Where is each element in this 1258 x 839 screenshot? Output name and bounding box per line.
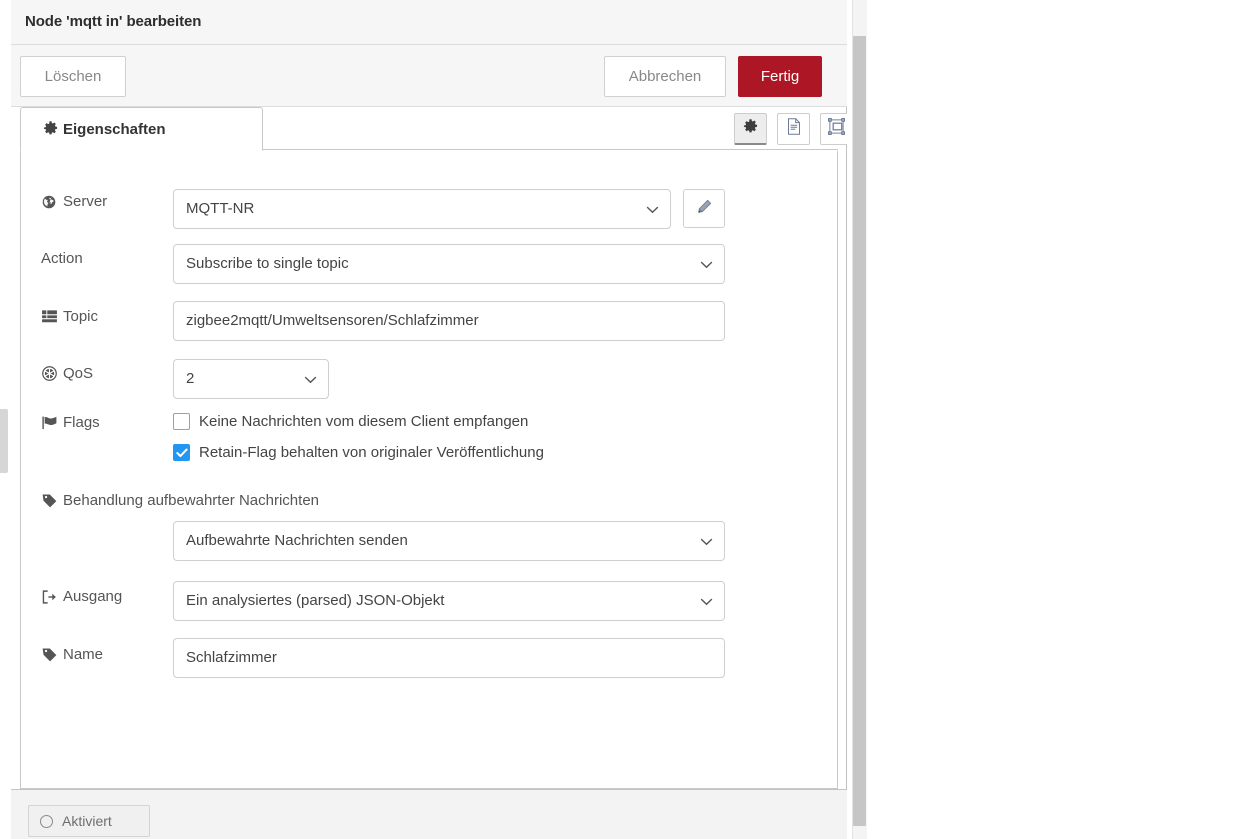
enabled-toggle-button[interactable]: Aktiviert	[28, 805, 150, 837]
name-label-text: Name	[63, 646, 104, 663]
dialog-title: Node 'mqtt in' bearbeiten	[25, 13, 202, 30]
form-row-topic: Topic zigbee2mqtt/Umweltsensoren/Schlafz…	[21, 299, 837, 341]
enabled-toggle-label: Aktiviert	[62, 813, 112, 829]
qos-label: QoS	[41, 365, 93, 382]
server-edit-button[interactable]	[683, 189, 725, 228]
qos-icon	[41, 366, 57, 382]
appearance-icon	[828, 118, 845, 140]
delete-button[interactable]: Löschen	[20, 56, 126, 97]
qos-label-text: QoS	[63, 365, 94, 382]
sign-out-icon	[41, 589, 57, 605]
retained-handling-label: Behandlung aufbewahrter Nachrichten	[41, 492, 319, 509]
form-row-qos: QoS 2	[21, 356, 837, 399]
retained-handling-select[interactable]: Aufbewahrte Nachrichten senden	[173, 521, 725, 561]
qos-select[interactable]: 2	[173, 359, 329, 399]
form-row-retained-handling: Behandlung aufbewahrter Nachrichten Aufb…	[21, 488, 837, 578]
tab-properties[interactable]: Eigenschaften	[20, 107, 263, 151]
no-local-checkbox-label: Keine Nachrichten vom diesem Client empf…	[199, 413, 529, 430]
server-select-value: MQTT-NR	[186, 200, 255, 217]
action-select[interactable]: Subscribe to single topic	[173, 244, 725, 284]
topic-label-text: Topic	[63, 308, 99, 325]
globe-icon	[41, 194, 57, 210]
output-select-value: Ein analysiertes (parsed) JSON-Objekt	[186, 592, 445, 609]
dialog-footer: Aktiviert	[11, 789, 847, 839]
flags-label-text: Flags	[63, 414, 100, 431]
tab-properties-label: Eigenschaften	[63, 121, 166, 138]
pencil-icon	[697, 199, 712, 219]
node-edit-dialog-screen: Node 'mqtt in' bearbeiten Löschen Abbrec…	[0, 0, 1258, 839]
form-row-output: Ausgang Ein analysiertes (parsed) JSON-O…	[21, 579, 837, 621]
chevron-down-icon	[700, 245, 713, 283]
retained-handling-select-value: Aufbewahrte Nachrichten senden	[186, 532, 408, 549]
retain-as-published-checkbox-label: Retain-Flag behalten von originaler Verö…	[199, 444, 544, 461]
flags-label: Flags	[41, 414, 100, 431]
dialog-action-bar: Löschen Abbrechen Fertig	[11, 45, 847, 107]
description-icon	[786, 118, 802, 140]
tasks-icon	[41, 309, 57, 325]
chevron-down-icon	[304, 360, 317, 398]
output-label-text: Ausgang	[63, 588, 123, 605]
properties-form: Server MQTT-NR Action Subscribe to singl…	[20, 151, 838, 789]
node-edit-dialog: Node 'mqtt in' bearbeiten Löschen Abbrec…	[11, 0, 853, 839]
flag-icon	[41, 415, 57, 431]
retained-handling-label-text: Behandlung aufbewahrter Nachrichten	[63, 492, 320, 509]
action-label-text: Action	[41, 250, 83, 267]
retain-as-published-checkbox[interactable]	[173, 444, 190, 461]
tag-icon	[41, 493, 57, 509]
name-label: Name	[41, 646, 103, 663]
chevron-down-icon	[700, 582, 713, 620]
action-select-value: Subscribe to single topic	[186, 255, 349, 272]
chevron-down-icon	[700, 522, 713, 560]
chevron-down-icon	[646, 190, 659, 228]
vertical-scrollbar-thumb[interactable]	[853, 36, 866, 826]
name-input[interactable]: Schlafzimmer	[173, 638, 725, 678]
gear-icon	[43, 121, 58, 141]
server-label-text: Server	[63, 193, 108, 210]
dialog-resize-handle[interactable]	[0, 409, 8, 473]
topic-input[interactable]: zigbee2mqtt/Umweltsensoren/Schlafzimmer	[173, 301, 725, 341]
tag-icon	[41, 647, 57, 663]
action-label: Action	[41, 250, 83, 267]
dialog-tab-row: Eigenschaften	[11, 107, 853, 151]
tab-icon-properties[interactable]	[734, 113, 767, 145]
done-button[interactable]: Fertig	[738, 56, 822, 97]
page-right-area	[847, 0, 1258, 839]
flag-option-retain-as-published[interactable]: Retain-Flag behalten von originaler Verö…	[173, 444, 544, 461]
server-select[interactable]: MQTT-NR	[173, 189, 671, 229]
no-local-checkbox[interactable]	[173, 413, 190, 430]
flag-option-no-local[interactable]: Keine Nachrichten vom diesem Client empf…	[173, 413, 528, 430]
form-row-action: Action Subscribe to single topic	[21, 241, 837, 284]
dialog-titlebar: Node 'mqtt in' bearbeiten	[11, 0, 847, 45]
gear-icon	[743, 118, 758, 139]
topic-label: Topic	[41, 308, 98, 325]
circle-icon	[40, 814, 53, 828]
tab-icon-description[interactable]	[777, 113, 810, 145]
output-label: Ausgang	[41, 588, 122, 605]
server-label: Server	[41, 193, 107, 210]
form-row-name: Name Schlafzimmer	[21, 637, 837, 679]
qos-select-value: 2	[186, 370, 195, 387]
form-row-flags: Flags Keine Nachrichten vom diesem Clien…	[21, 409, 837, 471]
output-select[interactable]: Ein analysiertes (parsed) JSON-Objekt	[173, 581, 725, 621]
form-row-server: Server MQTT-NR	[21, 184, 837, 229]
cancel-button[interactable]: Abbrechen	[604, 56, 726, 97]
